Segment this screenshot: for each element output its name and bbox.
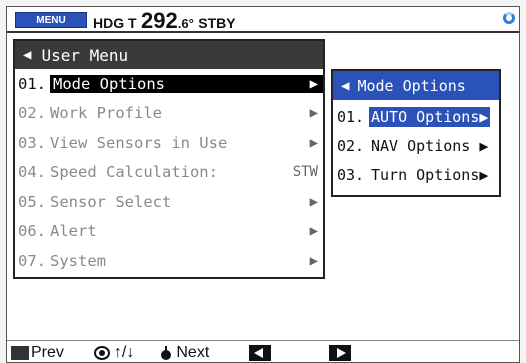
menu-button[interactable]: MENU [15, 12, 87, 28]
menu-item-alert[interactable]: 06. Alert ▶ [15, 217, 323, 247]
heading-readout: HDG T 292.6° STBY [93, 8, 236, 34]
menu-item-number: 07. [18, 251, 46, 270]
soft-key-guide: Prev ↑/↓ Next [7, 340, 519, 362]
menu-esc-key-icon [11, 346, 29, 360]
menu-item-number: 04. [18, 163, 46, 182]
user-menu: ◀ User Menu 01. Mode Options ▶ 02. Work … [13, 39, 325, 279]
menu-item-label: Mode Options [50, 74, 323, 93]
display-screen: MENU HDG T 292.6° STBY ◀ User Menu 01. M… [6, 6, 520, 363]
user-menu-title[interactable]: ◀ User Menu [15, 41, 323, 69]
menu-item-number: 05. [18, 192, 46, 211]
user-menu-title-label: User Menu [41, 45, 129, 65]
back-arrow-icon: ◀ [23, 47, 32, 63]
menu-item-label: Turn Options▶ [371, 165, 489, 184]
menu-item-nav-options[interactable]: 02. NAV Options ▶ [333, 131, 499, 160]
chevron-right-icon: ▶ [309, 134, 318, 151]
left-arrow-key-icon[interactable] [249, 345, 272, 361]
menu-item-turn-options[interactable]: 03. Turn Options▶ [333, 160, 499, 189]
back-arrow-icon: ◀ [341, 77, 350, 94]
updown-hint[interactable]: ↑/↓ [74, 344, 134, 362]
steering-mode: STBY [198, 15, 236, 31]
chevron-right-icon: ▶ [309, 193, 318, 210]
menu-item-label: NAV Options ▶ [371, 136, 489, 155]
heading-value: 292 [141, 8, 178, 33]
prev-hint[interactable]: Prev [7, 344, 64, 362]
menu-item-number: 06. [18, 222, 46, 241]
menu-item-number: 02. [18, 104, 46, 123]
menu-item-view-sensors[interactable]: 03. View Sensors in Use ▶ [15, 128, 323, 158]
next-label: Next [176, 344, 210, 361]
status-bar: MENU HDG T 292.6° STBY [7, 7, 519, 34]
right-arrow-key-icon[interactable] [329, 345, 352, 361]
menu-item-system[interactable]: 07. System ▶ [15, 246, 323, 276]
menu-item-label: Sensor Select [50, 192, 172, 211]
knob-push-icon [160, 346, 172, 360]
menu-item-number: 03. [18, 133, 46, 152]
busy-spinner-icon [503, 12, 515, 24]
menu-item-label: View Sensors in Use [50, 133, 228, 152]
menu-item-number: 03. [337, 165, 365, 184]
menu-item-number: 02. [337, 136, 365, 155]
chevron-right-icon: ▶ [309, 223, 318, 240]
mode-options-title-label: Mode Options [357, 76, 466, 95]
speed-calculation-value: STW [292, 164, 318, 181]
menu-item-number: 01. [337, 107, 365, 126]
menu-item-label: Alert [50, 222, 97, 241]
heading-label: HDG T [93, 15, 137, 31]
menu-item-label: Speed Calculation: [50, 163, 218, 182]
menu-item-mode-options[interactable]: 01. Mode Options ▶ [15, 69, 323, 99]
menu-item-label: Work Profile [50, 104, 162, 123]
menu-item-number: 01. [18, 74, 46, 93]
prev-label: Prev [31, 344, 64, 361]
menu-item-auto-options[interactable]: 01. AUTO Options▶ [333, 102, 499, 131]
menu-item-sensor-select[interactable]: 05. Sensor Select ▶ [15, 187, 323, 217]
chevron-right-icon: ▶ [309, 75, 323, 92]
mode-options-menu: ◀ Mode Options 01. AUTO Options▶ 02. NAV… [331, 69, 501, 197]
menu-item-speed-calculation[interactable]: 04. Speed Calculation: STW [15, 158, 323, 188]
chevron-right-icon: ▶ [309, 252, 318, 269]
rotary-knob-icon [93, 346, 110, 360]
chevron-right-icon: ▶ [309, 105, 318, 122]
updown-label: ↑/↓ [113, 344, 135, 361]
menu-item-label: AUTO Options▶ [369, 106, 491, 127]
heading-decimal: .6° [177, 16, 194, 31]
menu-item-label: System [50, 251, 106, 270]
next-hint[interactable]: Next [144, 344, 209, 362]
mode-options-title[interactable]: ◀ Mode Options [333, 71, 499, 102]
menu-item-work-profile[interactable]: 02. Work Profile ▶ [15, 99, 323, 129]
